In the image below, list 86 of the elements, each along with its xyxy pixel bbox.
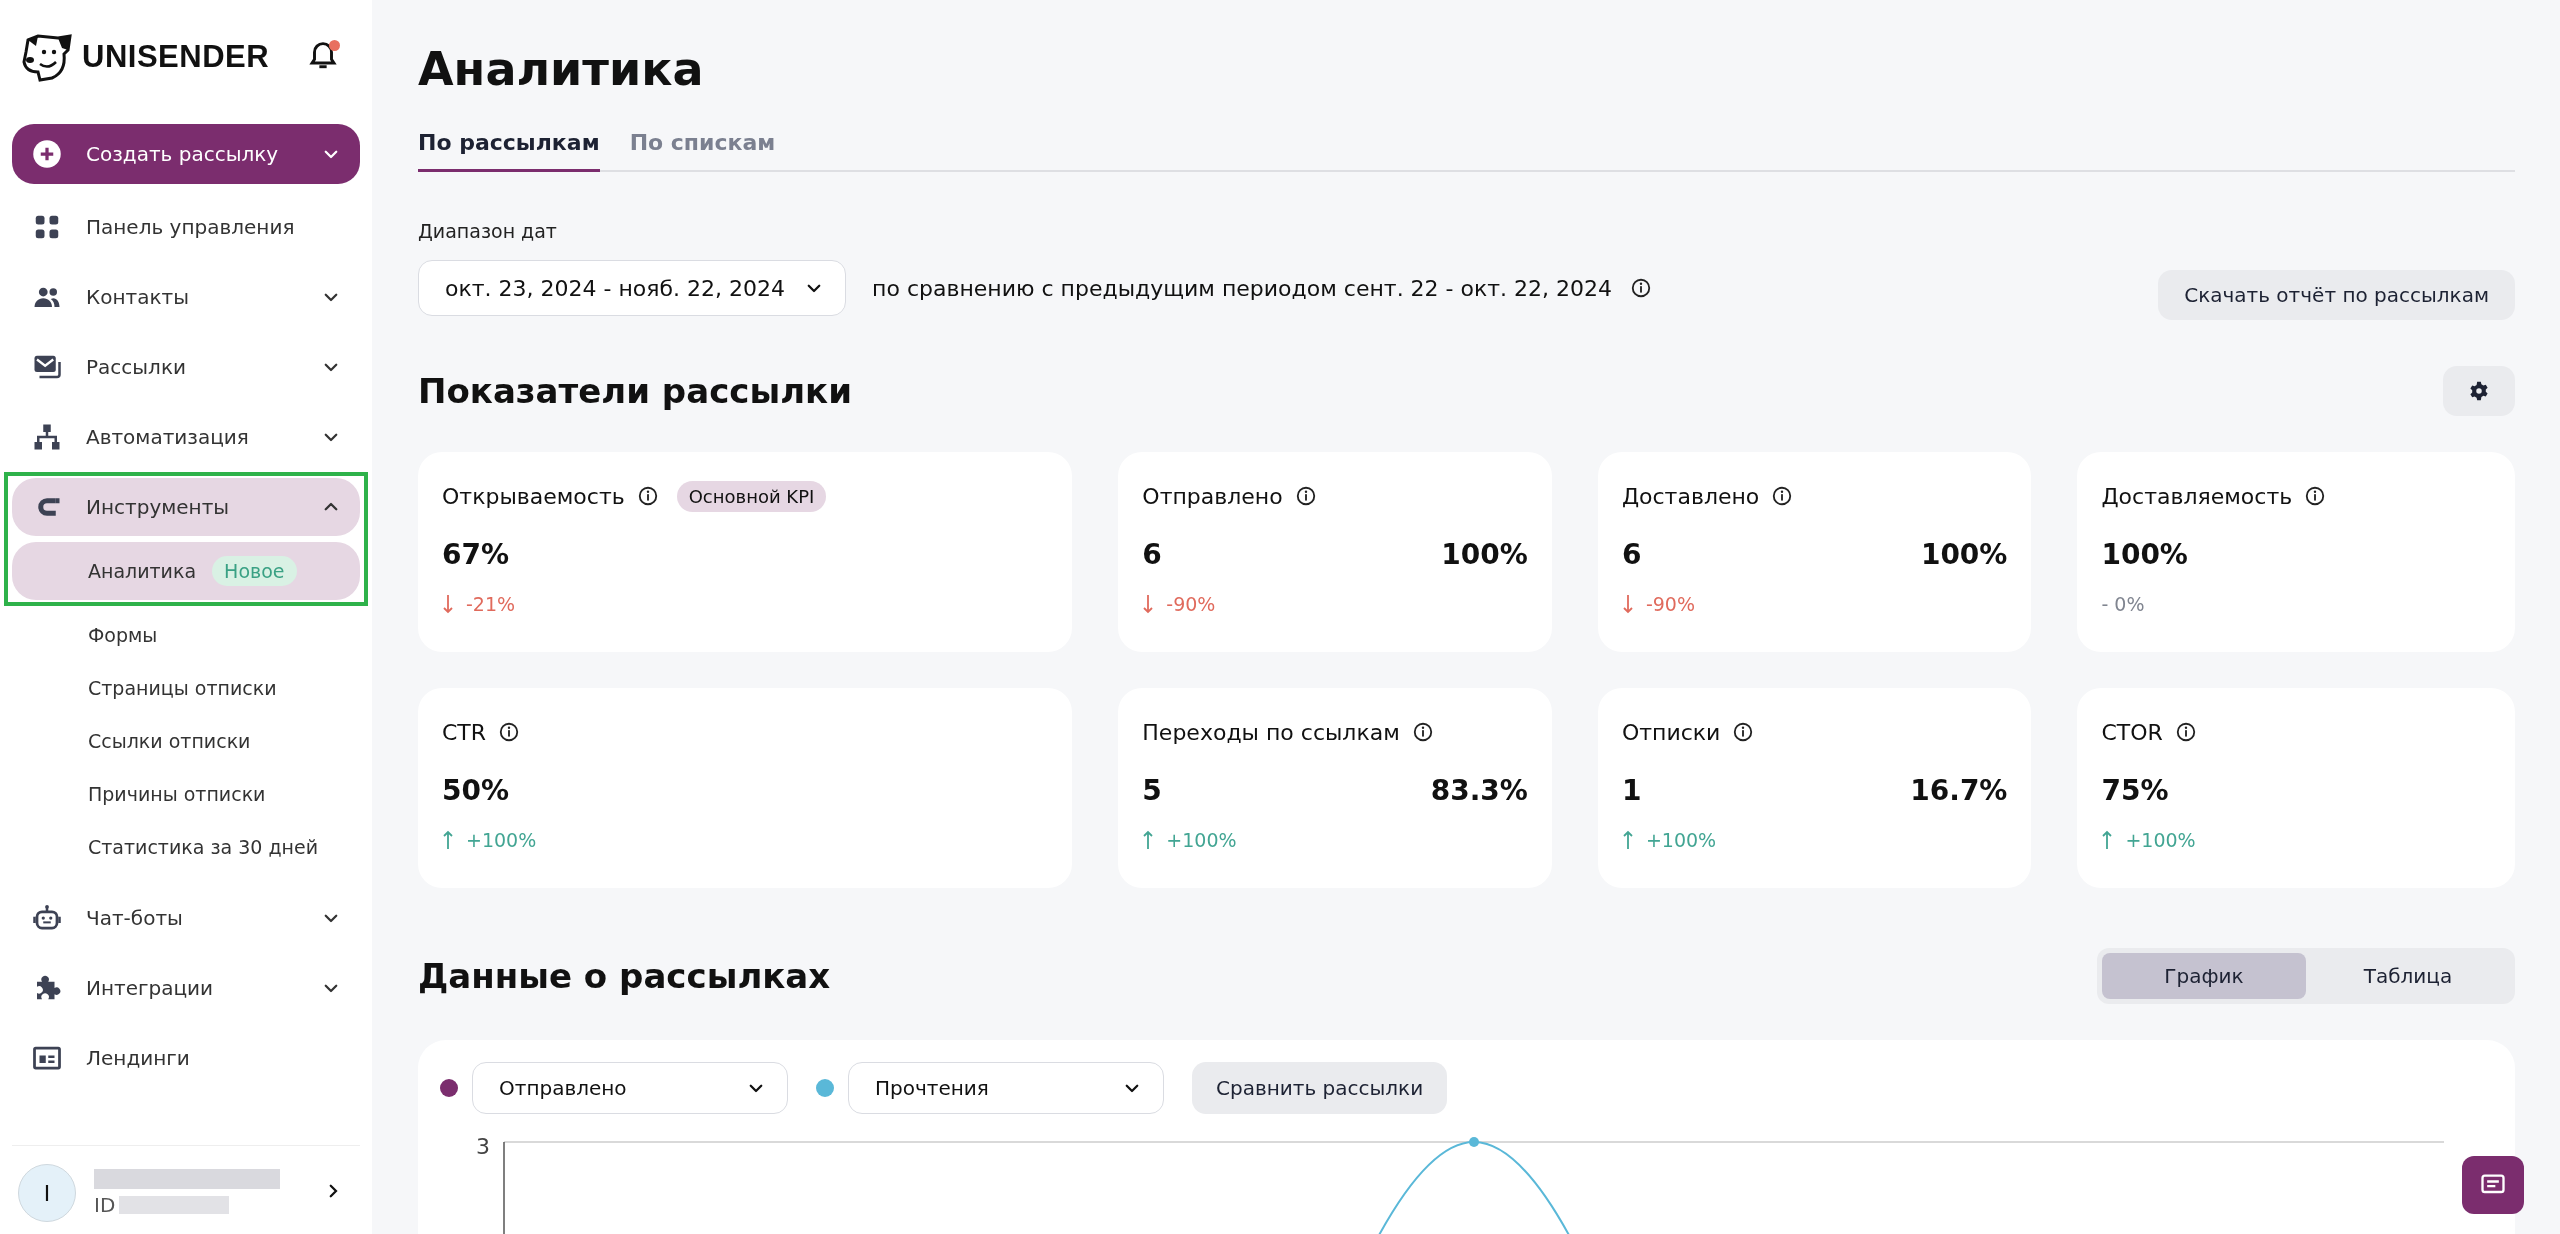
sidebar-item[interactable]: Инструменты <box>12 478 360 536</box>
arrow-down-icon <box>1142 594 1155 614</box>
info-icon[interactable] <box>498 721 521 743</box>
info-icon[interactable] <box>636 485 659 507</box>
create-mailing-button[interactable]: Создать рассылку <box>12 124 360 184</box>
page-title: Аналитика <box>418 42 705 96</box>
metric-value: 50% <box>442 774 510 807</box>
sidebar-item[interactable]: Чат-боты <box>12 883 360 953</box>
logo-text: UNISENDER <box>82 39 270 75</box>
metric-percent: 83.3% <box>1430 774 1528 807</box>
field-label: Диапазон дат <box>418 220 558 242</box>
sidebar-subitem[interactable]: Формы <box>12 608 360 661</box>
sidebar-item[interactable]: Автоматизация <box>12 402 360 472</box>
metric-value: 6 <box>1621 538 1642 571</box>
arrow-up-icon <box>1621 830 1634 850</box>
metric-change: +100% <box>2125 829 2196 851</box>
arrow-down-icon <box>442 594 454 614</box>
download-report-button[interactable]: Скачать отчёт по рассылкам <box>2158 270 2515 320</box>
chat-button[interactable] <box>2462 1156 2524 1214</box>
plus-icon <box>32 139 62 169</box>
sidebar-subitem[interactable]: Причины отписки <box>12 767 360 820</box>
metric-value: 6 <box>1142 538 1162 571</box>
arrow-up-icon <box>1142 830 1155 850</box>
sidebar-item[interactable]: Панель управления <box>12 192 360 262</box>
arrow-up-icon <box>2101 830 2114 850</box>
section-title: Данные о рассылках <box>418 956 831 996</box>
sidebar-subitem[interactable]: Статистика за 30 дней <box>12 820 360 873</box>
settings-icon <box>2468 380 2490 402</box>
settings-button[interactable] <box>2443 366 2515 416</box>
metric-change: +100% <box>466 829 537 851</box>
sidebar-item[interactable]: Рассылки <box>12 332 360 402</box>
metric-percent: 100% <box>1441 538 1528 571</box>
series-select[interactable]: Отправлено <box>472 1062 788 1114</box>
sidebar-subitem[interactable]: Аналитика Новое <box>12 542 360 600</box>
sidebar-item[interactable]: Лендинги <box>12 1023 360 1093</box>
info-icon[interactable] <box>1630 277 1653 299</box>
metric-change: -21% <box>466 593 516 615</box>
metric-title: Отписки <box>1621 719 1721 745</box>
metric-title: CTOR <box>2101 719 2163 745</box>
metric-change: +100% <box>1166 829 1237 851</box>
metric-title: Доставлено <box>1621 483 1760 509</box>
sidebar-subitem-label: Аналитика <box>88 560 197 582</box>
new-badge: Новое <box>212 556 297 586</box>
section-title: Показатели рассылки <box>418 371 852 411</box>
hierarchy-icon <box>32 422 62 452</box>
user-id-label: ID <box>94 1193 116 1217</box>
tab[interactable]: По рассылкам <box>418 130 600 172</box>
metric-title: CTR <box>442 719 487 745</box>
toggle-option[interactable]: График <box>2102 953 2306 999</box>
toggle-option[interactable]: Таблица <box>2306 953 2510 999</box>
avatar: I <box>18 1164 76 1222</box>
metric-change: -90% <box>1645 593 1695 615</box>
info-icon[interactable] <box>1294 485 1317 507</box>
arrow-down-icon <box>1621 594 1634 614</box>
metric-title: Переходы по ссылкам <box>1142 719 1400 745</box>
series-select[interactable]: Прочтения <box>848 1062 1164 1114</box>
metric-value: 67% <box>442 538 510 571</box>
compare-button[interactable]: Сравнить рассылки <box>1192 1062 1448 1114</box>
tab[interactable]: По спискам <box>629 130 776 172</box>
metric-title: Доставляемость <box>2101 483 2293 509</box>
metric-percent: 100% <box>1920 538 2008 571</box>
metric-title: Отправлено <box>1142 483 1283 509</box>
metric-change: +100% <box>1645 829 1717 851</box>
info-icon[interactable] <box>2304 485 2327 507</box>
arrow-up-icon <box>442 830 454 850</box>
sidebar-item[interactable]: Интеграции <box>12 953 360 1023</box>
sidebar-subitem[interactable]: Страницы отписки <box>12 661 360 714</box>
info-icon[interactable] <box>2174 721 2197 743</box>
metric-value: 100% <box>2101 538 2188 571</box>
metric-value: 1 <box>1621 774 1642 807</box>
info-icon[interactable] <box>1411 721 1434 743</box>
metric-value: 75% <box>2101 774 2169 807</box>
kpi-badge: Основной KPI <box>676 480 827 512</box>
comparison-text: по сравнению с предыдущим периодом сент. 22 - окт. 22, 2024 <box>872 275 1613 301</box>
info-icon[interactable] <box>1771 485 1794 507</box>
metric-percent: 16.7% <box>1910 774 2008 807</box>
sidebar-subitem[interactable]: Ссылки отписки <box>12 714 360 767</box>
metric-change: -90% <box>1166 593 1216 615</box>
axis-tick-label: 3 <box>475 1134 490 1159</box>
metric-change: - 0% <box>2101 593 2145 615</box>
info-icon[interactable] <box>1732 721 1755 743</box>
date-range-select[interactable]: окт. 23, 2024 - нояб. 22, 2024 <box>418 260 847 316</box>
metric-title: Открываемость <box>442 483 625 509</box>
sidebar-item[interactable]: Контакты <box>12 262 360 332</box>
metric-value: 5 <box>1142 774 1162 807</box>
data-point <box>1469 1137 1479 1147</box>
